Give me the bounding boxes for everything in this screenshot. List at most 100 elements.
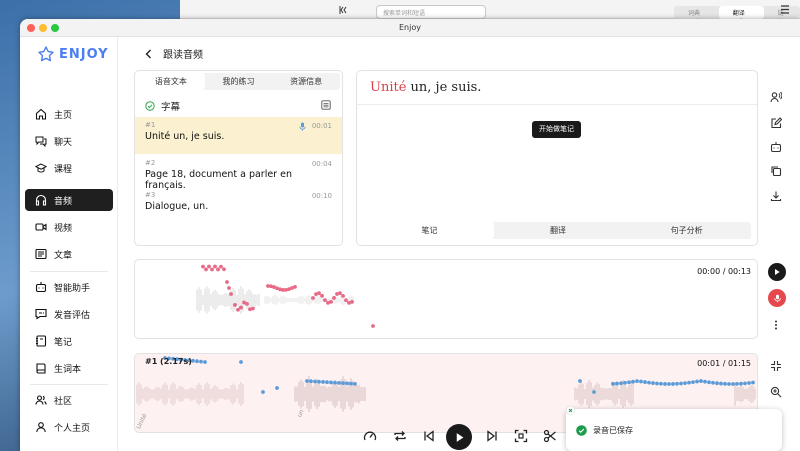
main-content: 跟读音频 语音文本 我的练习 资源信息 字幕 #1 Unité un, je s… xyxy=(118,37,800,451)
recording-pitch-point xyxy=(222,267,226,272)
close-window-button[interactable] xyxy=(27,24,35,32)
original-pitch-point xyxy=(623,380,627,385)
scissors-icon xyxy=(543,429,556,443)
sidebar-divider xyxy=(30,271,108,272)
original-pitch-point xyxy=(731,382,735,386)
read-aloud-button[interactable] xyxy=(767,88,785,106)
original-pitch-point xyxy=(635,379,639,383)
recording-pitch-point xyxy=(225,280,229,284)
sidebar-item-assistant[interactable]: 智能助手 xyxy=(25,276,113,298)
original-pitch-point xyxy=(353,381,357,386)
original-pitch-point xyxy=(317,379,321,384)
play-recording-button[interactable] xyxy=(768,263,786,281)
transcript-list-icon[interactable] xyxy=(321,100,331,110)
sidebar-item-chat[interactable]: 聊天 xyxy=(25,130,113,152)
sidebar-item-label: 视频 xyxy=(54,223,73,234)
zoom-in-icon xyxy=(770,386,782,398)
original-pitch-point xyxy=(751,380,755,385)
recording-pitch-point xyxy=(219,264,223,269)
graduation-cap-icon xyxy=(35,163,47,173)
caption-highlight-word[interactable]: Unité xyxy=(370,80,406,95)
background-search-input[interactable]: 搜索单词和短语 xyxy=(376,5,486,19)
maximize-window-button[interactable] xyxy=(51,24,59,32)
chevron-left-icon xyxy=(145,49,151,58)
bot-icon xyxy=(770,142,782,153)
edit-icon xyxy=(771,117,782,129)
sidebar: ENJOY 主页 聊天 课程 音频 视频 文章 智能助手 发音评估 笔记 生词本… xyxy=(20,37,118,451)
next-segment-button[interactable] xyxy=(484,428,500,444)
minimize-window-button[interactable] xyxy=(39,24,47,32)
tab-translation[interactable]: 翻译 xyxy=(494,222,623,239)
caption-sentence: Unité un, je suis. xyxy=(370,80,481,95)
background-tab[interactable]: 翻译写作 xyxy=(718,6,764,26)
original-pitch-point xyxy=(333,380,337,385)
more-options-button[interactable] xyxy=(767,316,785,334)
original-pitch-point xyxy=(309,379,313,384)
cut-segment-button[interactable] xyxy=(542,428,558,444)
sidebar-item-community[interactable]: 社区 xyxy=(25,389,113,411)
playback-speed-button[interactable] xyxy=(362,428,378,444)
sidebar-item-label: 音频 xyxy=(54,196,73,207)
background-app-toolbar: 搜索单词和短语 词典百科 翻译写作 链接 xyxy=(180,0,800,26)
subtitles-header: 字幕 xyxy=(145,99,180,113)
previous-segment-button[interactable] xyxy=(421,428,437,444)
sidebar-item-audio[interactable]: 音频 xyxy=(25,189,113,211)
start-note-button[interactable]: 开始做笔记 xyxy=(532,121,581,138)
caption-panel: Unité un, je suis. 开始做笔记 笔记 翻译 句子分析 xyxy=(356,70,758,246)
recording-pitch-point xyxy=(245,302,249,306)
menu-icon[interactable] xyxy=(780,5,790,14)
toast-close-icon[interactable] xyxy=(566,406,575,415)
recording-pitch-point xyxy=(210,267,214,272)
scan-icon xyxy=(514,429,528,443)
assistant-button[interactable] xyxy=(767,138,785,156)
original-pitch-point xyxy=(663,382,667,386)
back-button[interactable]: 跟读音频 xyxy=(145,46,203,61)
sidebar-item-label: 社区 xyxy=(54,396,73,407)
sidebar-item-video[interactable]: 视频 xyxy=(25,216,113,238)
sidebar-item-profile[interactable]: 个人主页 xyxy=(25,416,113,438)
sidebar-item-courses[interactable]: 课程 xyxy=(25,157,113,179)
repeat-button[interactable] xyxy=(392,428,408,444)
tab-transcript[interactable]: 语音文本 xyxy=(137,73,205,90)
sidebar-item-home[interactable]: 主页 xyxy=(25,103,113,125)
original-pitch-point xyxy=(341,381,345,386)
play-pause-button[interactable] xyxy=(446,424,472,450)
record-button[interactable] xyxy=(768,289,786,307)
segment-label: #1 (2.17s) xyxy=(145,357,192,366)
recording-pitch-point xyxy=(251,306,255,311)
recording-pitch-point xyxy=(344,298,348,303)
focus-segment-button[interactable] xyxy=(513,428,529,444)
recording-pitch-point xyxy=(233,303,237,307)
tab-notes[interactable]: 笔记 xyxy=(365,222,494,239)
edit-button[interactable] xyxy=(767,114,785,132)
sidebar-item-notes[interactable]: 笔记 xyxy=(25,330,113,352)
sidebar-toggle-icon[interactable] xyxy=(338,5,348,15)
original-pitch-point xyxy=(611,381,615,386)
fit-zoom-button[interactable] xyxy=(767,357,785,375)
recording-waveform-panel[interactable]: 00:00 / 00:13 xyxy=(134,259,758,339)
cue-text: Dialogue, un. xyxy=(145,201,209,212)
sidebar-item-vocabulary[interactable]: 生词本 xyxy=(25,357,113,379)
sidebar-item-articles[interactable]: 文章 xyxy=(25,243,113,265)
transcript-cue[interactable]: #3 Dialogue, un. 00:10 xyxy=(135,187,342,224)
tab-sentence-analysis[interactable]: 句子分析 xyxy=(622,222,751,239)
original-pitch-point xyxy=(727,382,731,386)
sidebar-item-pronunciation[interactable]: 发音评估 xyxy=(25,303,113,325)
transcript-cue-active[interactable]: #1 Unité un, je suis. 00:01 xyxy=(135,117,342,154)
recording-pitch-point xyxy=(293,284,297,289)
mic-icon xyxy=(773,294,781,302)
original-pitch-point xyxy=(313,379,317,384)
user-icon xyxy=(36,422,46,433)
copy-button[interactable] xyxy=(767,162,785,180)
background-tab[interactable]: 词典百科 xyxy=(674,6,719,26)
original-pitch-point xyxy=(337,381,341,385)
tab-resource-info[interactable]: 资源信息 xyxy=(272,73,340,90)
original-pitch-point xyxy=(719,381,723,386)
video-icon xyxy=(35,223,47,231)
sidebar-item-label: 个人主页 xyxy=(54,423,91,434)
zoom-in-button[interactable] xyxy=(767,383,785,401)
brand-logo[interactable]: ENJOY xyxy=(38,46,109,62)
download-button[interactable] xyxy=(767,187,785,205)
tab-my-practice[interactable]: 我的练习 xyxy=(205,73,273,90)
recording-waveform[interactable] xyxy=(135,260,758,339)
